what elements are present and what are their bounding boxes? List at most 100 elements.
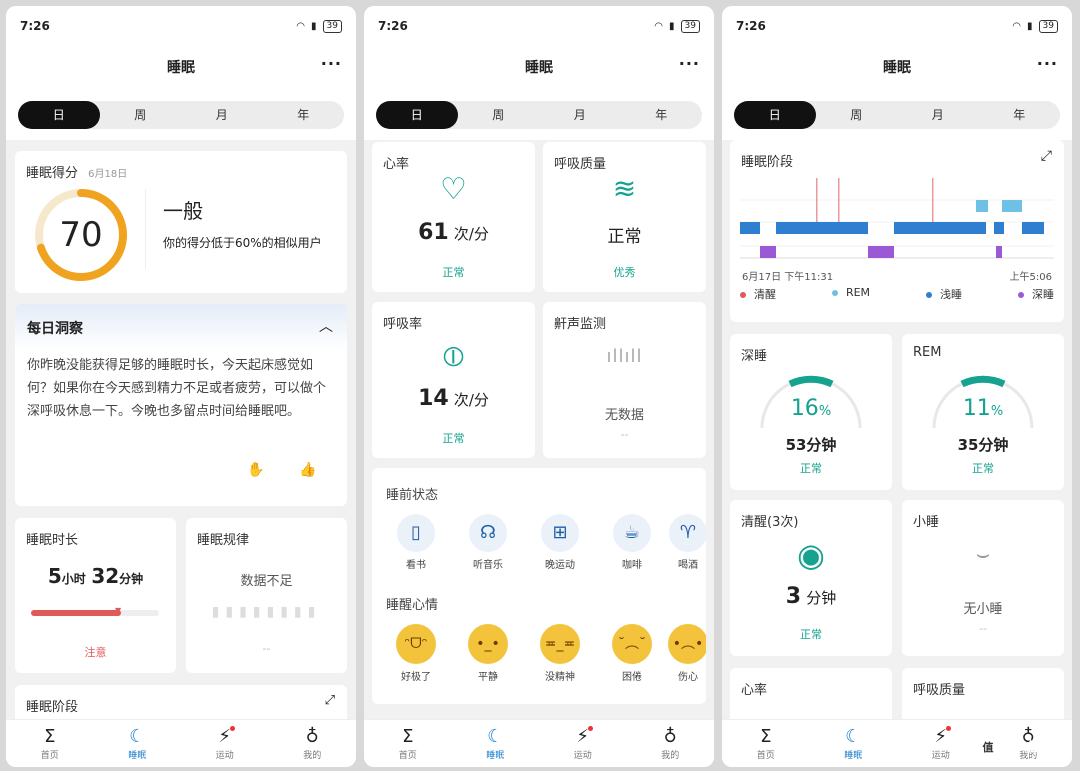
tab-month[interactable]: 月 [181, 101, 263, 129]
tab-week[interactable]: 周 [458, 101, 540, 129]
wind-icon: ≋ [612, 172, 637, 205]
tab-month[interactable]: 月 [897, 101, 979, 129]
battery-icon: 39 [1038, 19, 1058, 33]
snore-card[interactable]: 鼾声监测 ıllıll 无数据 -- [543, 302, 706, 458]
wifi-icon: ◠ [296, 20, 306, 32]
tab-week[interactable]: 周 [100, 101, 182, 129]
score-level: 一般 [163, 199, 203, 223]
expand-icon[interactable]: ⤢ [1041, 148, 1052, 164]
tab-year[interactable]: 年 [979, 101, 1061, 129]
deep-sleep-card[interactable]: 深睡 16% 53分钟 正常 [730, 334, 892, 490]
mood-title: 睡醒心情 [386, 598, 439, 613]
thumbs-up-icon[interactable]: 👍 [299, 462, 316, 478]
hr-status: 正常 [442, 266, 465, 279]
rem-pct: 11% [962, 396, 1004, 421]
awake-status: 正常 [800, 628, 822, 641]
legend-awake: 清醒 [740, 286, 776, 302]
insight-text: 你昨晚没能获得足够的睡眠时长，今天起床感觉如何？如果你在今天感到精力不足或者疲劳… [27, 358, 327, 419]
nav-home[interactable]: Σ 首页 [722, 720, 810, 767]
breath-quality-card[interactable]: 呼吸质量 ≋ 正常 优秀 [543, 142, 706, 292]
duration-status: 注意 [84, 646, 107, 659]
top-bar: 7:26 ◠ ▮ 39 睡眠 ··· 日 周 月 年 [6, 6, 356, 140]
tab-day[interactable]: 日 [376, 101, 458, 129]
rem-title: REM [913, 345, 942, 360]
mood-sleepy[interactable]: ˘︵˘ 困倦 [596, 624, 668, 683]
moon-icon: ☾ [845, 726, 862, 747]
tab-month[interactable]: 月 [539, 101, 621, 129]
score-card[interactable]: 睡眠得分 6月18日 70 一般 你的得分低于60%的相似用户 [15, 151, 347, 293]
heart-rate-card[interactable]: 心率 ♡ 61 次/分 正常 [372, 142, 535, 292]
mood-great[interactable]: ᵔᗜᵔ 好极了 [380, 624, 452, 683]
bottom-nav: Σ 首页 ☾ 睡眠 ⚡ 运动 ♁ 我的 [6, 719, 356, 767]
presleep-coffee[interactable]: ☕ 咖啡 [596, 514, 668, 571]
nav-home[interactable]: Σ 首页 [364, 720, 452, 767]
nav-sleep[interactable]: ☾ 睡眠 [810, 720, 898, 767]
stages-card[interactable]: 睡眠阶段 ⤢ 6月17日 下午11:31 上午5:06 清醒 REM 浅睡 深睡 [730, 140, 1064, 322]
mood-calm[interactable]: •_• 平静 [452, 624, 524, 683]
sleepy-emoji-icon: ˘︵˘ [612, 624, 652, 664]
nap-card[interactable]: 小睡 ⌣ 无小睡 -- [902, 500, 1064, 656]
neutral-emoji-icon: •_• [468, 624, 508, 664]
tab-day[interactable]: 日 [734, 101, 816, 129]
snore-title: 鼾声监测 [554, 317, 607, 332]
regularity-card[interactable]: 睡眠规律 数据不足 ▮▮▮▮▮▮▮▮ -- [186, 518, 347, 673]
period-tabs: 日 周 月 年 [376, 101, 702, 129]
tab-year[interactable]: 年 [263, 101, 345, 129]
rem-status: 正常 [972, 462, 994, 475]
presleep-reading[interactable]: ▯ 看书 [380, 514, 452, 571]
nav-me[interactable]: ♁ 我的 [627, 720, 715, 767]
nav-sport[interactable]: ⚡ 运动 [897, 720, 985, 767]
phone-screen-1: 7:26 ◠ ▮ 39 睡眠 ··· 日 周 月 年 睡眠得分 6月18日 70… [6, 6, 356, 767]
bottom-nav: Σ 首页 ☾ 睡眠 ⚡ 运动 ♁ 我的 [364, 719, 714, 767]
presleep-exercise[interactable]: ⊞ 晚运动 [524, 514, 596, 571]
nav-me[interactable]: ♁ 我的 [269, 720, 357, 767]
mood-sad[interactable]: •︵• 伤心 [668, 624, 706, 683]
status-icons: ◠ ▮ 39 [1012, 19, 1058, 33]
score-title: 睡眠得分 6月18日 [26, 166, 128, 181]
presleep-options: ▯ 看书 ☊ 听音乐 ⊞ 晚运动 ☕ 咖啡 ♈ 喝酒 [380, 514, 706, 571]
grin-emoji-icon: ᵔᗜᵔ [396, 624, 436, 664]
nap-dash: -- [979, 622, 987, 635]
runner-icon: ⚡ [218, 726, 236, 748]
thumbs-down-icon[interactable]: ✋ [247, 462, 264, 478]
nav-sleep[interactable]: ☾ 睡眠 [452, 720, 540, 767]
wine-icon: ♈ [669, 514, 706, 552]
more-icon[interactable]: ··· [679, 54, 700, 73]
snore-dash: -- [620, 428, 629, 441]
awake-card[interactable]: 清醒(3次) ◉ 3 分钟 正常 [730, 500, 892, 656]
phone-screen-2: 7:26 ◠ ▮ 39 睡眠 ··· 日 周 月 年 心率 ♡ 61 次/分 正… [364, 6, 714, 767]
tab-day[interactable]: 日 [18, 101, 100, 129]
profile-icon: ♁ [305, 726, 319, 747]
phone-screen-3: 7:26 ◠ ▮ 39 睡眠 ··· 日 周 月 年 睡眠阶段 ⤢ 6月17日 … [722, 6, 1072, 767]
nav-sport[interactable]: ⚡ 运动 [181, 720, 269, 767]
legend-deep: 深睡 [1018, 286, 1054, 302]
nav-home[interactable]: Σ 首页 [6, 720, 94, 767]
book-icon: ▯ [397, 514, 435, 552]
resp-rate-card[interactable]: 呼吸率 ⦶ 14 次/分 正常 [372, 302, 535, 458]
watermark: 值什么值得买 [978, 736, 1066, 757]
nav-sleep[interactable]: ☾ 睡眠 [94, 720, 182, 767]
tab-week[interactable]: 周 [816, 101, 898, 129]
hypnogram [740, 178, 1054, 259]
mood-tired[interactable]: ≖_≖ 没精神 [524, 624, 596, 683]
presleep-music[interactable]: ☊ 听音乐 [452, 514, 524, 571]
collapse-icon[interactable]: ︿ [319, 316, 333, 336]
more-icon[interactable]: ··· [1037, 54, 1058, 73]
rem-card[interactable]: REM 11% 35分钟 正常 [902, 334, 1064, 490]
runner-icon: ⚡ [934, 726, 952, 748]
waveform-icon: ıllıll [606, 346, 643, 367]
nap-title: 小睡 [913, 515, 940, 530]
status-icons: ◠ ▮ 39 [296, 19, 342, 33]
more-icon[interactable]: ··· [321, 54, 342, 73]
presleep-alcohol[interactable]: ♈ 喝酒 [668, 514, 706, 571]
presleep-card[interactable]: 睡前状态 ▯ 看书 ☊ 听音乐 ⊞ 晚运动 ☕ 咖啡 ♈ 喝酒 睡醒心情 ᵔᗜᵔ 好极了 •… [372, 468, 706, 704]
tab-year[interactable]: 年 [621, 101, 703, 129]
status-bar: 7:26 ◠ ▮ 39 [378, 18, 700, 34]
mood-options: ᵔᗜᵔ 好极了 •_• 平静 ≖_≖ 没精神 ˘︵˘ 困倦 •︵• 伤心 [380, 624, 706, 683]
insight-card[interactable]: 每日洞察 ︿ 你昨晚没能获得足够的睡眠时长，今天起床感觉如何？如果你在今天感到精… [15, 304, 347, 506]
nav-sport[interactable]: ⚡ 运动 [539, 720, 627, 767]
expand-icon[interactable]: ⤢ [325, 693, 335, 708]
signal-icon: ▮ [1027, 20, 1033, 32]
duration-card[interactable]: 睡眠时长 5小时 32分钟 ▼ 注意 [15, 518, 176, 673]
period-tabs: 日 周 月 年 [18, 101, 344, 129]
